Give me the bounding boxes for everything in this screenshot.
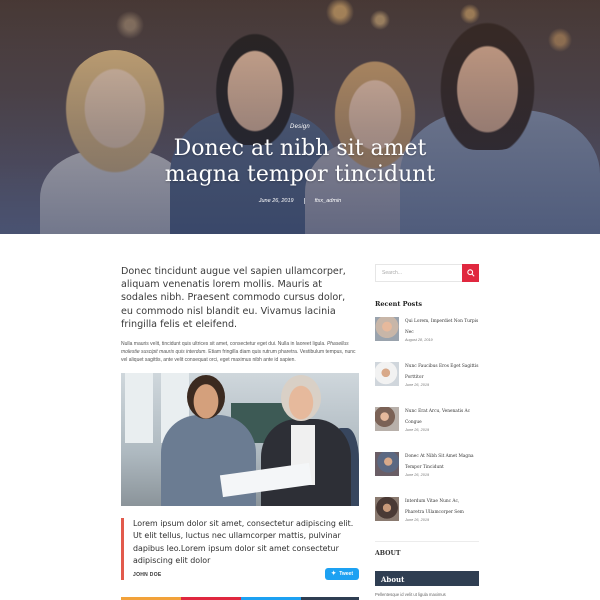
hero-title: Donec at nibh sit amet magna tempor tinc… [0, 136, 600, 188]
paragraph-text: Nulla mauris velit, tincidunt quis ultri… [121, 341, 327, 348]
hero-banner: Design Donec at nibh sit amet magna temp… [0, 0, 600, 234]
hero-title-line: Donec at nibh sit amet [173, 136, 427, 161]
recent-post-thumbnail[interactable] [375, 497, 399, 521]
recent-post-date: June 26, 2019 [405, 518, 430, 522]
tweet-label: Tweet [339, 571, 353, 578]
about-heading: ABOUT [375, 550, 401, 557]
search-button[interactable] [462, 264, 479, 282]
about-text: Pellentesque id velit ut ligula maximus [375, 592, 446, 597]
recent-post-title[interactable]: Qui Lorem, Imperdiet Non Turpis Nec [405, 316, 479, 338]
recent-post-thumbnail[interactable] [375, 362, 399, 386]
image-window [125, 373, 153, 444]
recent-post-thumbnail[interactable] [375, 452, 399, 476]
recent-post-date: June 26, 2019 [405, 428, 430, 432]
recent-post-text: Nunc Erat Arcu, Venenatis Ac Congue June… [405, 406, 479, 444]
recent-post-item[interactable]: Donec At Nibh Sit Amet Magna Tempor Tinc… [375, 451, 479, 489]
recent-post-title[interactable]: Donec At Nibh Sit Amet Magna Tempor Tinc… [405, 451, 479, 473]
sidebar: Recent Posts Qui Lorem, Imperdiet Non Tu… [375, 264, 479, 597]
image-man-head [187, 375, 225, 420]
search-input[interactable] [375, 264, 462, 282]
hero-text: Design Donec at nibh sit amet magna temp… [0, 124, 600, 204]
twitter-icon: ✦ [331, 571, 337, 578]
recent-post-text: Donec At Nibh Sit Amet Magna Tempor Tinc… [405, 451, 479, 489]
about-box-title: About [375, 571, 479, 586]
quote-text: Lorem ipsum dolor sit amet, consectetur … [133, 519, 354, 566]
recent-post-text: Nunc Faucibus Eros Eget Sagittis Porttit… [405, 361, 479, 399]
recent-post-thumbnail[interactable] [375, 317, 399, 341]
hero-author-link[interactable]: ftxx_admin [315, 198, 342, 204]
blockquote: Lorem ipsum dolor sit amet, consectetur … [121, 518, 359, 581]
recent-post-item[interactable]: Interdum Vitae Nunc Ac, Pharetra Ullamco… [375, 496, 479, 534]
article-paragraph: Nulla mauris velit, tincidunt quis ultri… [121, 340, 359, 364]
tweet-button[interactable]: ✦ Tweet [325, 568, 359, 581]
recent-post-date: August 28, 2019 [405, 338, 433, 342]
recent-post-thumbnail[interactable] [375, 407, 399, 431]
article-content: Donec tincidunt augue vel sapien ullamco… [121, 265, 359, 581]
recent-post-title[interactable]: Nunc Faucibus Eros Eget Sagittis Porttit… [405, 361, 479, 383]
search-icon [466, 269, 475, 277]
recent-post-date: June 26, 2019 [405, 383, 430, 387]
recent-post-item[interactable]: Nunc Faucibus Eros Eget Sagittis Porttit… [375, 361, 479, 399]
article-lead: Donec tincidunt augue vel sapien ullamco… [121, 266, 346, 330]
hero-category-link[interactable]: Design [0, 124, 600, 130]
meta-divider [303, 198, 305, 204]
recent-post-item[interactable]: Qui Lorem, Imperdiet Non Turpis Nec Augu… [375, 316, 479, 354]
sidebar-divider [375, 541, 479, 542]
recent-post-text: Interdum Vitae Nunc Ac, Pharetra Ullamco… [405, 496, 479, 534]
recent-post-date: June 26, 2019 [405, 473, 430, 477]
hero-title-line: magna tempor tincidunt [164, 162, 436, 187]
recent-posts-list: Qui Lorem, Imperdiet Non Turpis Nec Augu… [375, 316, 479, 534]
hero-meta: June 26, 2019 ftxx_admin [0, 198, 600, 204]
recent-post-item[interactable]: Nunc Erat Arcu, Venenatis Ac Congue June… [375, 406, 479, 444]
recent-post-text: Qui Lorem, Imperdiet Non Turpis Nec Augu… [405, 316, 479, 354]
search-form [375, 264, 479, 282]
recent-post-title[interactable]: Interdum Vitae Nunc Ac, Pharetra Ullamco… [405, 496, 479, 518]
hero-date-link[interactable]: June 26, 2019 [259, 198, 294, 204]
recent-post-title[interactable]: Nunc Erat Arcu, Venenatis Ac Congue [405, 406, 479, 428]
article-image [121, 373, 359, 507]
image-woman-head [281, 375, 321, 422]
recent-posts-heading: Recent Posts [375, 300, 422, 308]
